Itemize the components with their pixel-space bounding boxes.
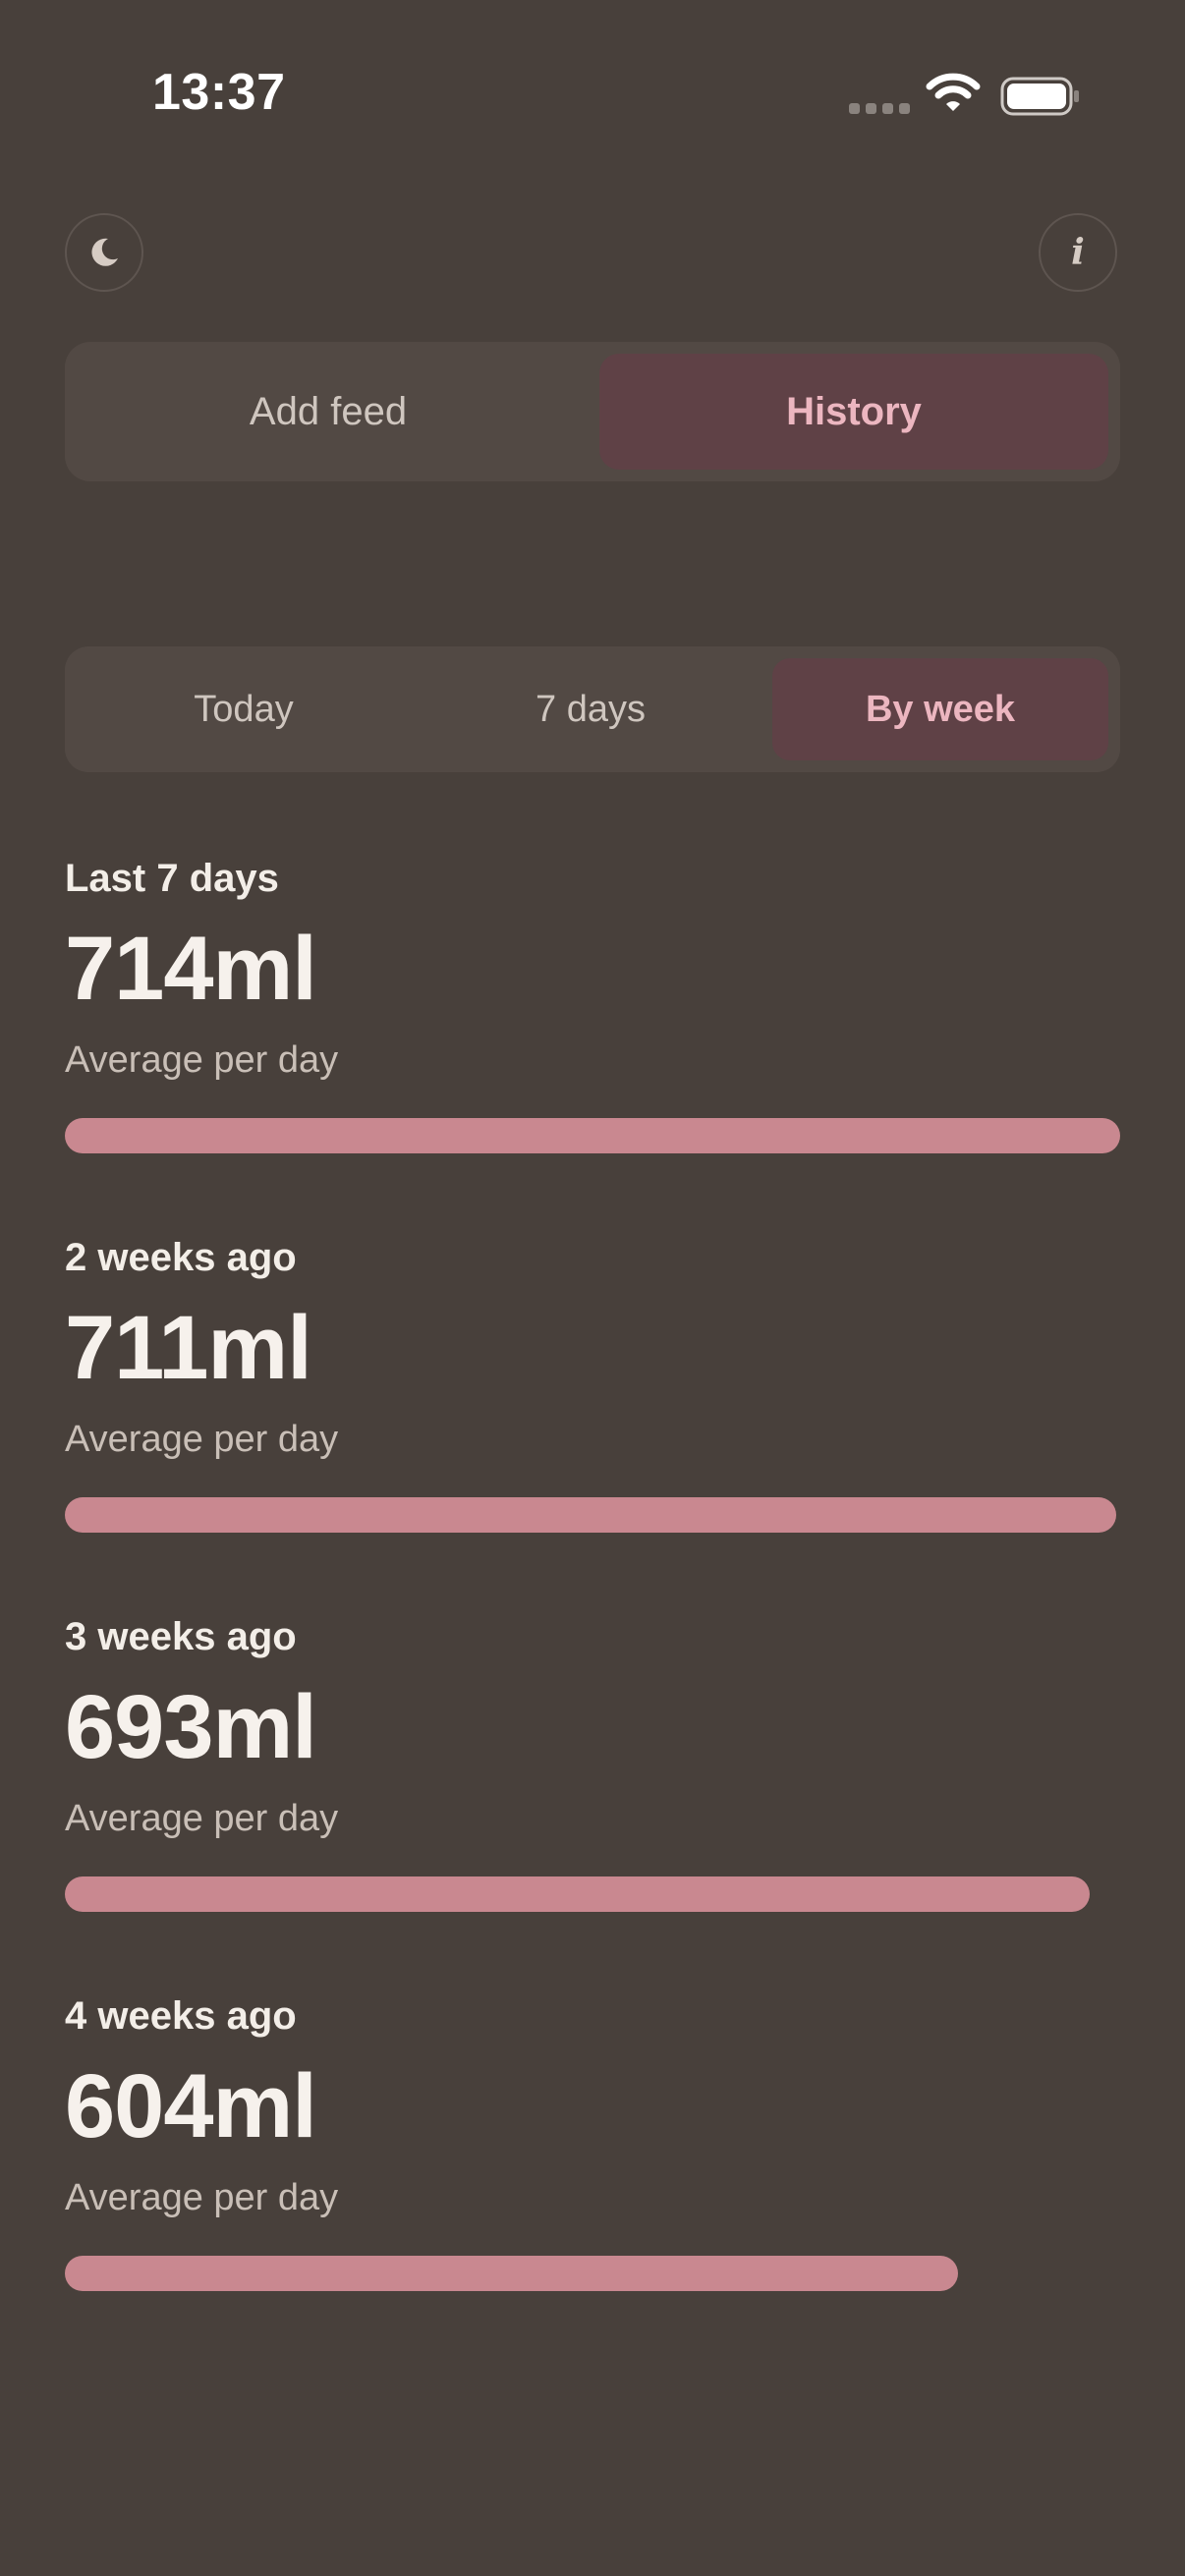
week-average-value: 604ml [65,2056,317,2156]
week-average-caption: Average per day [65,1039,339,1081]
week-progress-bar [65,2256,1120,2291]
week-title: 4 weeks ago [65,1994,297,2038]
range-tab-today[interactable]: Today [77,658,411,760]
week-average-value: 693ml [65,1677,317,1777]
week-progress-bar [65,1497,1120,1533]
moon-icon [91,238,118,266]
info-button[interactable]: i [1039,213,1117,292]
week-summary-card: 4 weeks ago 604ml Average per day [65,1990,1120,2370]
dark-mode-toggle-button[interactable] [65,213,143,292]
week-title: Last 7 days [65,857,279,900]
wifi-icon [926,73,981,111]
week-progress-fill [65,1118,1120,1153]
tab-history[interactable]: History [599,354,1108,470]
week-summary-card: 3 weeks ago 693ml Average per day [65,1611,1120,1990]
week-title: 3 weeks ago [65,1615,297,1658]
week-summary-card: 2 weeks ago 711ml Average per day [65,1232,1120,1611]
week-progress-bar [65,1118,1120,1153]
week-average-caption: Average per day [65,1798,339,1839]
info-icon: i [1071,232,1085,273]
weekly-history-list: Last 7 days 714ml Average per day 2 week… [65,853,1120,2370]
battery-icon [1000,77,1079,116]
week-progress-bar [65,1876,1120,1912]
status-bar: 13:37 [0,0,1185,187]
status-time: 13:37 [152,64,286,121]
cellular-signal-icon [849,103,910,114]
range-tab-7-days[interactable]: 7 days [423,658,758,760]
week-average-value: 711ml [65,1298,312,1398]
week-progress-fill [65,1876,1090,1912]
main-tab-bar: Add feed History [65,342,1120,481]
week-average-caption: Average per day [65,2177,339,2218]
week-progress-fill [65,2256,958,2291]
week-title: 2 weeks ago [65,1236,297,1279]
week-summary-card: Last 7 days 714ml Average per day [65,853,1120,1232]
range-tab-by-week[interactable]: By week [772,658,1108,760]
week-progress-fill [65,1497,1116,1533]
week-average-caption: Average per day [65,1419,339,1460]
week-average-value: 714ml [65,919,317,1019]
tab-add-feed[interactable]: Add feed [77,354,580,470]
range-tab-bar: Today 7 days By week [65,646,1120,772]
